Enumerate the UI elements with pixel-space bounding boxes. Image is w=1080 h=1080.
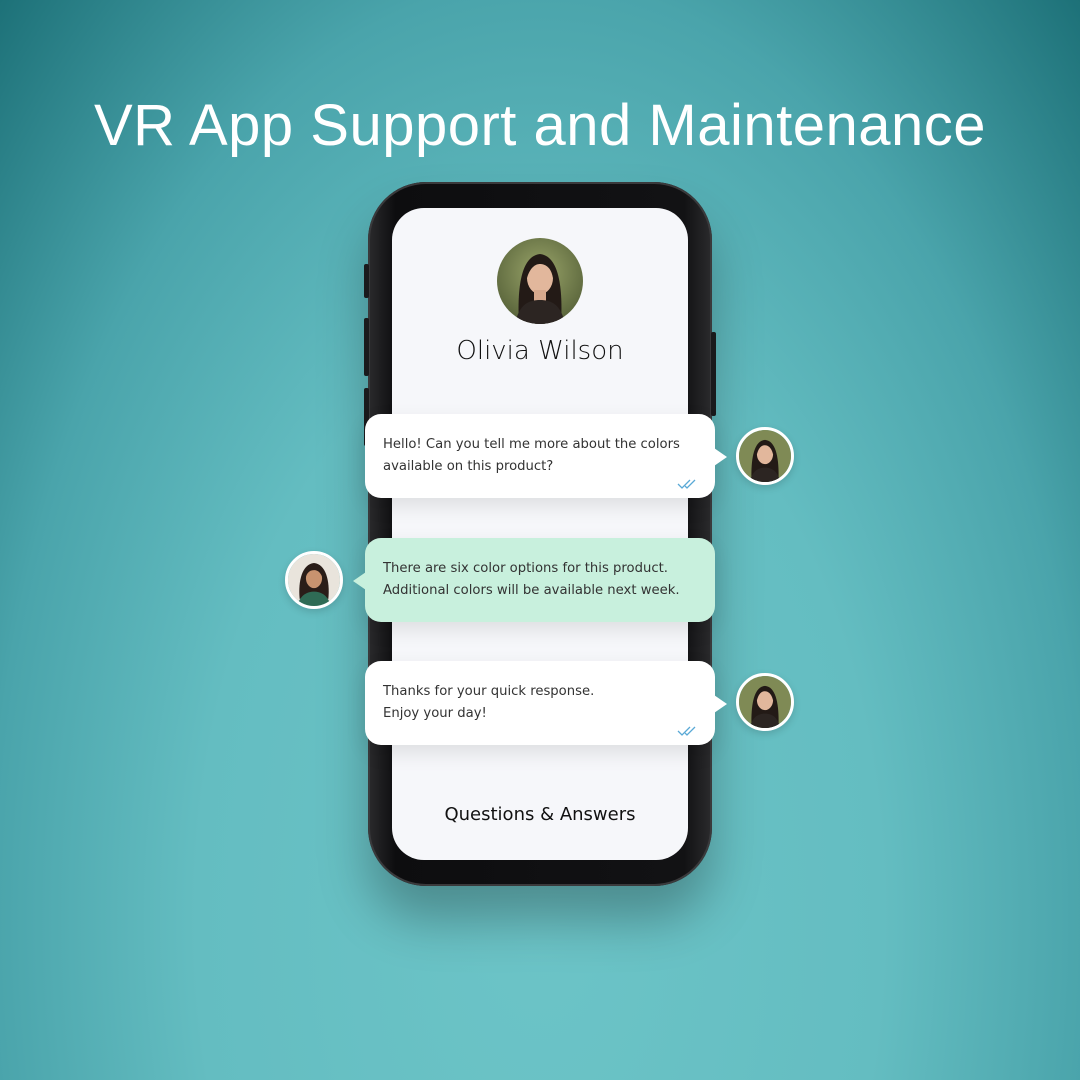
questions-answers-label[interactable]: Questions & Answers <box>392 804 688 825</box>
woman-portrait-icon <box>739 430 791 482</box>
message-text-line: Additional colors will be available next… <box>383 583 680 598</box>
phone-volume-up-button <box>364 318 369 376</box>
message-bubble-support: There are six color options for this pro… <box>353 538 715 622</box>
double-check-icon <box>677 479 696 489</box>
message-text-line: Thanks for your quick response. <box>383 684 595 699</box>
phone-screen: Olivia Wilson Questions & Answers <box>392 208 688 860</box>
bubble-tail <box>714 448 727 466</box>
message-bubble-customer-1: Hello! Can you tell me more about the co… <box>365 414 727 498</box>
profile-avatar[interactable] <box>497 238 583 324</box>
support-agent-avatar[interactable] <box>285 551 343 609</box>
profile-name: Olivia Wilson <box>456 336 624 366</box>
woman-portrait-icon <box>739 676 791 728</box>
woman-portrait-icon <box>288 554 340 606</box>
message-text-line: available on this product? <box>383 459 554 474</box>
customer-avatar[interactable] <box>736 427 794 485</box>
phone-mockup: Olivia Wilson Questions & Answers <box>364 182 716 886</box>
message-text-line: Enjoy your day! <box>383 706 487 721</box>
message-text-line: There are six color options for this pro… <box>383 561 668 576</box>
phone-side-button <box>364 264 369 298</box>
customer-avatar[interactable] <box>736 673 794 731</box>
message-bubble-customer-2: Thanks for your quick response. Enjoy yo… <box>365 661 727 745</box>
double-check-icon <box>677 726 696 736</box>
phone-power-button <box>711 332 716 416</box>
message-text-line: Hello! Can you tell me more about the co… <box>383 437 680 452</box>
bubble-tail <box>714 695 727 713</box>
bubble-tail <box>353 572 366 590</box>
woman-portrait-icon <box>497 238 583 324</box>
page-title: VR App Support and Maintenance <box>93 93 987 158</box>
